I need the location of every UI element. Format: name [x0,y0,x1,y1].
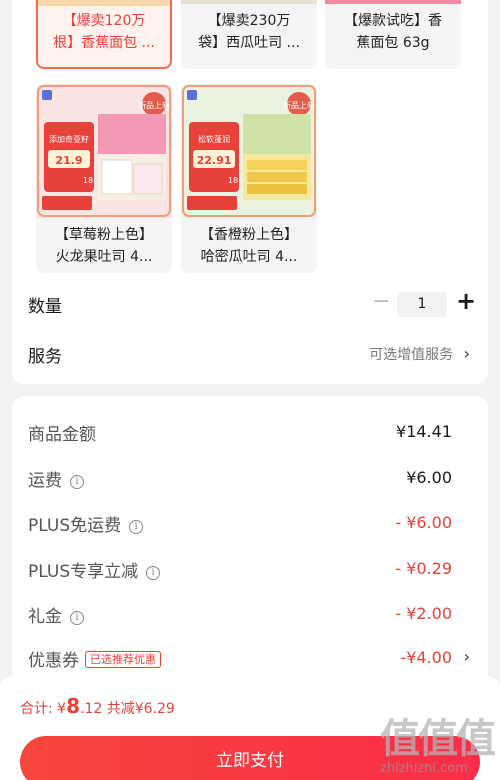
service-label: 服务 [28,347,62,367]
quantity-label: 数量 [28,297,62,317]
info-icon[interactable]: i [70,475,84,489]
new-badge-text: 新品上新 [283,100,315,110]
price-row-value: - ¥0.29 [395,559,452,578]
count-tag: 18 [228,176,238,185]
price-row-gift-money: 礼金 i - ¥2.00 [12,598,488,628]
quantity-input[interactable]: 1 [397,292,447,317]
price-row-label: PLUS免运费 [28,516,122,536]
total-saved: 共减¥6.29 [102,701,175,717]
price-row-value: -¥4.00 [400,648,452,667]
total-decimal: .12 [80,701,103,717]
promo-headline: 添加奇亚籽 [49,134,89,144]
coupon-recommended-badge: 已选推荐优惠 [85,651,161,668]
price-row-label: 运费 [28,471,62,491]
info-icon[interactable]: i [146,566,161,580]
count-tag: 18 [83,176,93,185]
total-prefix: 合计: ¥ [20,701,67,717]
price-row-coupon[interactable]: 优惠券 已选推荐优惠 -¥4.00 › [12,642,488,672]
info-icon[interactable]: i [70,611,84,625]
order-total: 合计: ¥8.12 共减¥6.29 [20,694,175,718]
service-selector[interactable]: 可选增值服务 › [369,344,470,364]
variant-label-line1: 【爆卖230万 [207,13,291,29]
variant-option-watermelon-toast[interactable]: 【爆卖230万 袋】西瓜吐司 ... [181,0,317,69]
price-row-value: - ¥6.00 [395,513,452,532]
variant-card: 【爆卖120万 根】香蕉面包 ... 【爆卖230万 袋】西瓜吐司 ... 【爆… [12,0,488,384]
variant-thumbnail [38,0,170,6]
dragonfruit-toast-product-image: 新品上新 添加奇亚籽 21.9 18 [36,84,172,218]
variant-label-line2: 根】香蕉面包 ... [53,35,155,51]
new-badge-text: 新品上新 [138,100,170,110]
price-tag: 22.91 [197,154,232,167]
price-row-label: 优惠券 [28,651,79,671]
variant-label-line2: 袋】西瓜吐司 ... [198,35,300,51]
info-icon[interactable]: i [129,520,144,534]
price-row-plus-discount: PLUS专享立减 i - ¥0.29 [12,553,488,583]
chevron-right-icon: › [463,344,470,363]
variant-label-line1: 【爆款试吃】香 [344,13,442,29]
price-row-label: 礼金 [28,607,62,627]
variant-thumbnail [325,0,461,4]
promo-headline: 松软蓬润 [198,134,230,144]
variant-label-line1: 【香橙粉上色】 [200,227,298,243]
price-row-goods-amount: 商品金额 ¥14.41 [12,416,488,446]
price-row-value: - ¥2.00 [395,604,452,623]
variant-label-line2: 哈密瓜吐司 4... [200,249,298,265]
price-row-label: 商品金额 [28,425,96,445]
variant-option-banana-trial[interactable]: 【爆款试吃】香 蕉面包 63g [325,0,461,69]
quantity-increase-button[interactable]: + [456,287,476,315]
variant-option-dragonfruit-toast[interactable]: 新品上新 添加奇亚籽 21.9 18 【草莓粉上色】 火龙果吐司 4... [36,84,172,273]
price-tag: 21.9 [55,154,82,167]
variant-label-line1: 【草莓粉上色】 [55,227,153,243]
variant-option-cantaloupe-toast[interactable]: 新品上新 松软蓬润 22.91 18 【香橙粉上色】 哈密瓜吐司 4... [181,84,317,273]
watermark-text: zhizhizhi.com [380,761,468,776]
quantity-decrease-button[interactable]: − [372,289,390,314]
cantaloupe-toast-product-image: 新品上新 松软蓬润 22.91 18 [181,84,317,218]
price-row-value: ¥6.00 [406,468,452,487]
variant-thumbnail [181,0,317,4]
variant-label-line2: 蕉面包 63g [356,35,430,51]
service-value: 可选增值服务 [369,347,454,363]
watermark: 值值值 zhizhizhi.com [380,716,496,776]
price-row-shipping: 运费 i ¥6.00 [12,462,488,492]
price-row-value: ¥14.41 [396,422,452,441]
price-breakdown-card: 商品金额 ¥14.41 运费 i ¥6.00 PLUS免运费 i - ¥6.00 P… [12,396,488,686]
variant-option-banana-bread[interactable]: 【爆卖120万 根】香蕉面包 ... [36,0,172,69]
price-row-plus-free-shipping: PLUS免运费 i - ¥6.00 [12,507,488,537]
checkout-bar: 合计: ¥8.12 共减¥6.29 立即支付 值值值 zhizhizhi.com [0,676,500,780]
variant-label-line1: 【爆卖120万 [62,13,146,29]
total-integer: 8 [66,694,80,718]
price-row-label: PLUS专享立减 [28,562,139,582]
watermark-logo: 值值值 [380,716,496,762]
chevron-right-icon: › [463,647,470,666]
variant-label-line2: 火龙果吐司 4... [55,249,153,265]
